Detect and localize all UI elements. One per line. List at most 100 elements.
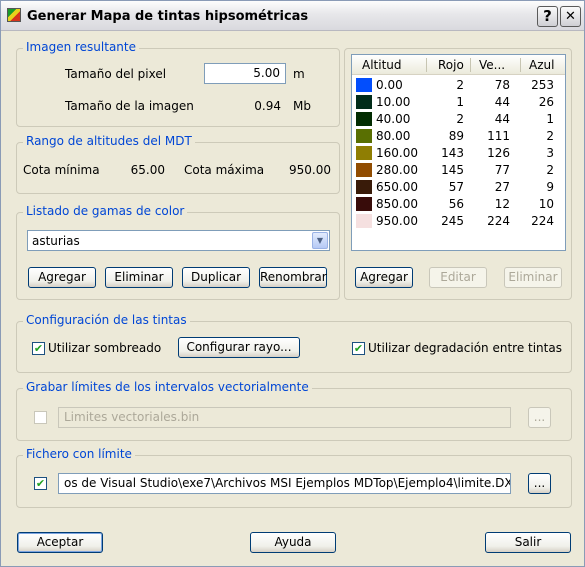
color-range-select[interactable]: asturias ▼	[27, 230, 330, 251]
imagen-resultante-group: Imagen resultante	[16, 40, 340, 127]
cell-verde: 224	[487, 214, 510, 228]
cell-altitud: 10.00	[376, 95, 411, 109]
cell-azul: 224	[531, 214, 554, 228]
renombrar-gama-button[interactable]: Renombrar	[259, 267, 327, 288]
cell-azul: 3	[546, 146, 554, 160]
pixel-size-input[interactable]: 5.00	[204, 63, 286, 84]
group-legend: Rango de altitudes del MDT	[23, 134, 195, 148]
cell-azul: 9	[546, 180, 554, 194]
help-button[interactable]: ?	[537, 6, 558, 27]
sombreado-checkbox[interactable]: ✔	[32, 342, 45, 355]
cell-rojo: 89	[448, 129, 464, 143]
header-azul[interactable]: Azul	[529, 58, 554, 72]
table-row[interactable]: 40.00 2 44 1	[352, 111, 565, 128]
cell-rojo: 1	[456, 95, 464, 109]
editar-tinta-button[interactable]: Editar	[429, 267, 487, 288]
cell-altitud: 280.00	[376, 163, 418, 177]
table-header: Altitud Rojo Ve... Azul	[352, 55, 565, 75]
table-row[interactable]: 280.00 145 77 2	[352, 162, 565, 179]
cell-rojo: 56	[448, 197, 464, 211]
cell-azul: 2	[546, 129, 554, 143]
header-divider	[470, 58, 471, 72]
cell-rojo: 2	[456, 78, 464, 92]
sombreado-label: Utilizar sombreado	[48, 341, 162, 355]
eliminar-tinta-button[interactable]: Eliminar	[504, 267, 562, 288]
browse-limites-button[interactable]: ...	[528, 407, 551, 428]
table-row[interactable]: 80.00 89 111 2	[352, 128, 565, 145]
color-swatch	[356, 78, 372, 92]
cell-rojo: 145	[441, 163, 464, 177]
cell-azul: 10	[538, 197, 554, 211]
cell-altitud: 850.00	[376, 197, 418, 211]
cell-altitud: 160.00	[376, 146, 418, 160]
table-row[interactable]: 10.00 1 44 26	[352, 94, 565, 111]
aceptar-button[interactable]: Aceptar	[17, 532, 103, 553]
cell-altitud: 80.00	[376, 129, 411, 143]
dialog-window: Generar Mapa de tintas hipsométricas ? ✕…	[0, 0, 585, 567]
cell-rojo: 245	[441, 214, 464, 228]
header-verde[interactable]: Ve...	[479, 58, 505, 72]
color-range-selected: asturias	[32, 234, 80, 248]
group-legend: Configuración de las tintas	[23, 313, 190, 327]
group-legend: Imagen resultante	[23, 40, 139, 54]
cota-minima-label: Cota mínima	[23, 163, 100, 177]
browse-fichero-button[interactable]: ...	[528, 473, 551, 494]
color-swatch	[356, 129, 372, 143]
configurar-rayo-button[interactable]: Configurar rayo...	[178, 337, 300, 358]
image-size-label: Tamaño de la imagen	[65, 99, 194, 113]
cell-rojo: 2	[456, 112, 464, 126]
limites-file-input[interactable]: Limites vectoriales.bin	[58, 407, 511, 428]
cota-minima-value: 65.00	[130, 163, 165, 177]
degradacion-label: Utilizar degradación entre tintas	[368, 341, 562, 355]
window-title: Generar Mapa de tintas hipsométricas	[27, 9, 309, 24]
cell-azul: 26	[538, 95, 554, 109]
cell-rojo: 57	[448, 180, 464, 194]
cota-maxima-value: 950.00	[289, 163, 331, 177]
salir-button[interactable]: Salir	[485, 532, 571, 553]
fichero-limite-input[interactable]: os de Visual Studio\exe7\Archivos MSI Ej…	[58, 473, 511, 494]
tintas-table[interactable]: Altitud Rojo Ve... Azul 0.00 2 78 253 10…	[351, 54, 566, 251]
cota-maxima-label: Cota máxima	[184, 163, 265, 177]
table-row[interactable]: 160.00 143 126 3	[352, 145, 565, 162]
table-row[interactable]: 850.00 56 12 10	[352, 196, 565, 213]
color-swatch	[356, 146, 372, 160]
agregar-gama-button[interactable]: Agregar	[28, 267, 96, 288]
header-divider	[520, 58, 521, 72]
group-legend: Grabar límites de los intervalos vectori…	[23, 380, 312, 394]
map-app-icon	[7, 8, 21, 22]
color-swatch	[356, 112, 372, 126]
pixel-size-label: Tamaño del pixel	[65, 67, 167, 81]
ayuda-button[interactable]: Ayuda	[250, 532, 336, 553]
cell-verde: 78	[494, 78, 510, 92]
header-rojo[interactable]: Rojo	[438, 58, 464, 72]
group-legend: Listado de gamas de color	[23, 204, 188, 218]
cell-verde: 44	[494, 112, 510, 126]
title-bar[interactable]: Generar Mapa de tintas hipsométricas ? ✕	[1, 1, 584, 31]
eliminar-gama-button[interactable]: Eliminar	[105, 267, 173, 288]
header-divider	[426, 58, 427, 72]
cell-altitud: 40.00	[376, 112, 411, 126]
duplicar-gama-button[interactable]: Duplicar	[182, 267, 250, 288]
color-swatch	[356, 163, 372, 177]
fichero-limite-checkbox[interactable]: ✔	[34, 477, 47, 490]
pixel-unit: m	[293, 67, 305, 81]
color-swatch	[356, 180, 372, 194]
table-row[interactable]: 650.00 57 27 9	[352, 179, 565, 196]
degradacion-checkbox[interactable]: ✔	[352, 342, 365, 355]
header-altitud[interactable]: Altitud	[362, 58, 402, 72]
color-swatch	[356, 95, 372, 109]
cell-verde: 111	[487, 129, 510, 143]
cell-azul: 253	[531, 78, 554, 92]
close-button[interactable]: ✕	[560, 6, 581, 27]
table-row[interactable]: 950.00 245 224 224	[352, 213, 565, 230]
cell-altitud: 0.00	[376, 78, 403, 92]
grabar-limites-checkbox[interactable]	[34, 411, 47, 424]
cell-verde: 12	[494, 197, 510, 211]
cell-altitud: 950.00	[376, 214, 418, 228]
image-size-unit: Mb	[293, 99, 311, 113]
table-row[interactable]: 0.00 2 78 253	[352, 77, 565, 94]
cell-verde: 44	[494, 95, 510, 109]
cell-verde: 27	[494, 180, 510, 194]
agregar-tinta-button[interactable]: Agregar	[355, 267, 413, 288]
chevron-down-icon[interactable]: ▼	[312, 232, 328, 249]
